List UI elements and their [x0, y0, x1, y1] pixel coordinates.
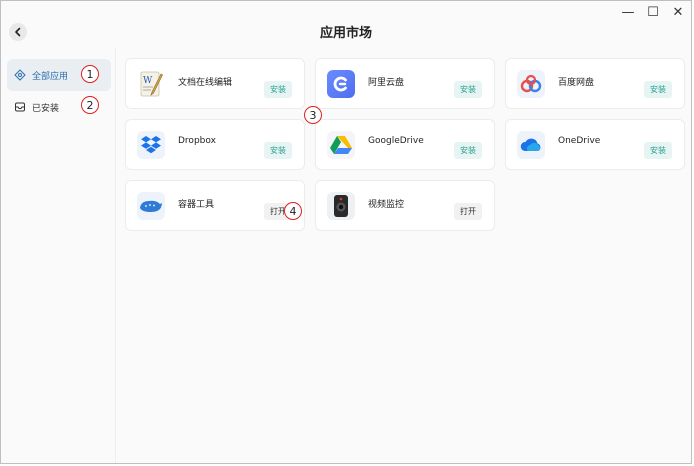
install-button[interactable]: 安装 — [454, 142, 482, 159]
app-card-baidu-netdisk[interactable]: 百度网盘 安装 — [505, 58, 685, 109]
app-window: — ☐ ✕ 应用市场 全部应用 已安装 1 2 W 文档在线编辑 安装 阿里云盘… — [0, 0, 692, 464]
grid-icon — [14, 69, 26, 81]
app-name: 视频监控 — [368, 200, 405, 210]
word-doc-icon: W — [137, 70, 165, 98]
sidebar-item-label: 全部应用 — [32, 71, 69, 82]
app-name: GoogleDrive — [368, 136, 424, 146]
close-icon: ✕ — [672, 4, 684, 20]
container-whale-icon — [137, 192, 165, 220]
app-name: 容器工具 — [178, 200, 215, 210]
app-card-aliyun-drive[interactable]: 阿里云盘 安装 — [315, 58, 495, 109]
page-title: 应用市场 — [319, 26, 372, 41]
app-card-video-surveillance[interactable]: 视频监控 打开 — [315, 180, 495, 231]
app-name: OneDrive — [558, 136, 601, 146]
sidebar: 全部应用 已安装 — [1, 48, 116, 463]
install-button[interactable]: 安装 — [264, 142, 292, 159]
maximize-icon: ☐ — [647, 4, 659, 20]
install-button[interactable]: 安装 — [644, 81, 672, 98]
app-name: 文档在线编辑 — [178, 78, 233, 88]
annotation-badge-2: 2 — [81, 96, 99, 114]
minimize-icon: — — [621, 4, 635, 20]
install-button[interactable]: 安装 — [644, 142, 672, 159]
app-card-doc-editor[interactable]: W 文档在线编辑 安装 — [125, 58, 305, 109]
baidu-netdisk-icon — [517, 70, 545, 98]
close-button[interactable]: ✕ — [667, 4, 689, 20]
app-name: 阿里云盘 — [368, 78, 405, 88]
minimize-button[interactable]: — — [617, 4, 639, 20]
app-card-dropbox[interactable]: Dropbox 安装 — [125, 119, 305, 170]
install-button[interactable]: 安装 — [454, 81, 482, 98]
sidebar-item-label: 已安装 — [32, 103, 60, 114]
install-button[interactable]: 安装 — [264, 81, 292, 98]
app-name: 百度网盘 — [558, 78, 595, 88]
annotation-badge-4: 4 — [284, 202, 302, 220]
onedrive-icon — [517, 131, 545, 159]
google-drive-icon — [327, 131, 355, 159]
annotation-badge-1: 1 — [81, 65, 99, 83]
dropbox-icon — [137, 131, 165, 159]
box-icon — [14, 101, 26, 113]
annotation-badge-3: 3 — [304, 106, 322, 124]
aliyun-drive-icon — [327, 70, 355, 98]
app-name: Dropbox — [178, 136, 216, 146]
app-card-container-tools[interactable]: 容器工具 打开 — [125, 180, 305, 231]
app-card-google-drive[interactable]: GoogleDrive 安装 — [315, 119, 495, 170]
camera-icon — [327, 192, 355, 220]
open-button[interactable]: 打开 — [454, 203, 482, 220]
maximize-button[interactable]: ☐ — [642, 4, 664, 20]
app-card-onedrive[interactable]: OneDrive 安装 — [505, 119, 685, 170]
svg-text:W: W — [143, 76, 153, 86]
